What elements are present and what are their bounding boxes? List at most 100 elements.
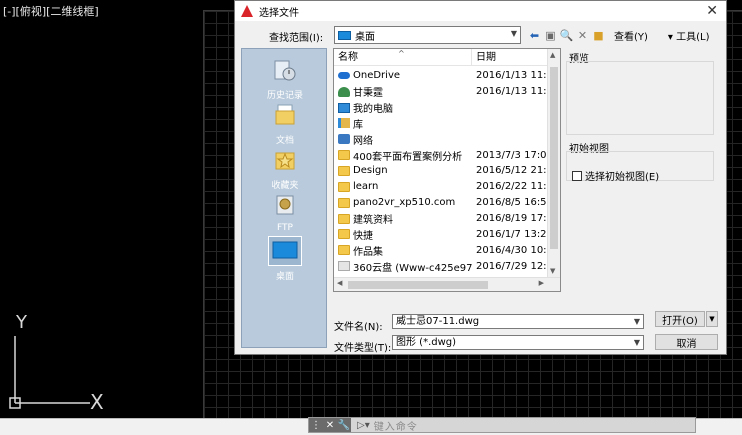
ucs-x-label: X [90,390,104,414]
file-row[interactable]: Design 2016/5/12 21:48 [334,163,548,179]
column-date-label: 日期 [476,52,496,63]
file-name: 快捷 [353,230,373,242]
preview-pane [566,61,714,135]
file-list[interactable]: ^ 名称 日期 OneDrive 2016/1/13 11:39 甘秉霆 2016/1… [333,48,561,292]
filename-label: 文件名(N): [334,322,383,333]
place-favorites[interactable]: 收藏夹 [242,145,328,191]
open-button-label: 打开(O) [662,315,698,327]
close-command-icon[interactable]: ✕ [323,418,337,432]
file-date: 2016/8/19 17:15 [476,213,548,225]
scroll-down-icon[interactable]: ▼ [550,267,555,275]
close-icon[interactable]: ✕ [706,3,718,19]
file-name: 甘秉霆 [353,88,383,100]
folder-icon [338,197,350,208]
file-date: 2016/1/7 13:25 [476,228,548,240]
file-date: 2016/5/12 21:48 [476,165,548,177]
column-name-label: 名称 [338,52,358,63]
column-name[interactable]: ^ 名称 [334,49,472,65]
grip-icon[interactable]: ⋮ [309,418,323,432]
file-row[interactable]: 甘秉霆 2016/1/13 11:01 [334,84,548,100]
cancel-button[interactable]: 取消 [655,334,718,350]
up-folder-icon[interactable]: ▣ [544,29,557,42]
filetype-label: 文件类型(T): [334,343,392,354]
file-name: 库 [353,119,363,131]
back-icon[interactable]: ⬅ [528,29,541,42]
file-name-cell: 400套平面布置案例分析 [334,148,472,163]
file-row[interactable]: pano2vr_xp510.com 2016/8/5 16:50 [334,195,548,211]
file-row[interactable]: 400套平面布置案例分析 2013/7/3 17:00 [334,147,548,163]
vertical-scroll-thumb[interactable] [550,67,558,249]
delete-icon[interactable]: ✕ [576,29,589,42]
place-documents[interactable]: 文档 [242,100,328,146]
app-icon [338,261,350,272]
prompt-icon[interactable]: ▷▾ [357,420,370,431]
dialog-title: 选择文件 [259,7,299,19]
horizontal-scroll-thumb[interactable] [348,281,488,289]
scroll-left-icon[interactable]: ◀ [337,279,342,287]
file-date: 2016/4/30 10:18 [476,244,548,256]
file-row[interactable]: 网络 [334,131,548,147]
select-initial-view-checkbox[interactable]: 选择初始视图(E) [572,168,659,183]
command-input[interactable]: 键入命令 [374,418,418,433]
desktop-folder-icon [338,30,351,40]
file-name-cell: OneDrive [334,70,472,81]
tools-menu[interactable]: ▾ 工具(L) [668,28,710,43]
place-desktop-label: 桌面 [275,272,294,282]
lookin-dropdown[interactable]: 桌面 ▼ [334,26,521,44]
file-date: 2016/8/5 16:50 [476,197,548,209]
file-row[interactable]: 我的电脑 [334,100,548,116]
select-file-dialog: 选择文件 ✕ 查找范围(I): 桌面 ▼ ⬅ ▣ 🔍 ✕ ■ 查看(Y) ▾ 工… [234,0,727,355]
file-name: 建筑资料 [353,215,393,227]
documents-icon [268,100,302,130]
filetype-value: 图形 (*.dwg) [396,337,457,348]
history-icon [268,55,302,85]
customize-wrench-icon[interactable]: 🔧 [337,418,351,432]
file-name: 360云盘 (Www-c425e97... [353,262,472,274]
scroll-up-icon[interactable]: ▲ [550,51,555,59]
file-name: 我的电脑 [353,104,393,116]
checkbox-box[interactable] [572,170,582,181]
file-name: learn [353,181,379,193]
new-folder-icon[interactable]: ■ [592,29,605,42]
filename-input[interactable]: 威士忌07-11.dwg ▼ [392,314,644,329]
chevron-down-icon[interactable]: ▼ [634,315,640,328]
file-name: OneDrive [353,70,401,82]
sort-up-icon: ^ [398,49,405,58]
chevron-down-icon[interactable]: ▼ [634,336,640,349]
file-row[interactable]: 360云盘 (Www-c425e97... 2016/7/29 12:51 [334,258,548,274]
dialog-titlebar[interactable]: 选择文件 ✕ [235,1,726,21]
open-button[interactable]: 打开(O) [655,311,705,327]
column-date[interactable]: 日期 [472,49,496,65]
scroll-right-icon[interactable]: ▶ [539,279,544,287]
file-list-header: ^ 名称 日期 [334,49,560,66]
file-row[interactable]: 建筑资料 2016/8/19 17:15 [334,211,548,227]
vertical-scrollbar[interactable]: ▲ ▼ [547,49,560,277]
file-row[interactable]: 作品集 2016/4/30 10:18 [334,242,548,258]
view-menu[interactable]: 查看(Y) [614,28,648,43]
select-initial-view-label: 选择初始视图(E) [585,172,660,183]
lookin-value: 桌面 [355,31,375,43]
folder-icon [338,245,350,256]
horizontal-scrollbar[interactable]: ◀ ▶ [334,277,560,291]
file-row[interactable]: 快捷 2016/1/7 13:25 [334,226,548,242]
file-name: 网络 [353,135,373,147]
search-web-icon[interactable]: 🔍 [560,29,574,42]
file-row[interactable]: 库 [334,116,548,132]
user-icon [338,86,350,97]
place-ftp[interactable]: FTP [242,190,328,233]
lookin-label: 查找范围(I): [269,33,324,44]
viewport-label[interactable]: [-][俯视][二维线框] [3,3,99,19]
desktop-icon [268,236,302,266]
filetype-select[interactable]: 图形 (*.dwg) ▼ [392,335,644,350]
pc-icon [338,102,350,113]
file-name-cell: 库 [334,116,472,131]
open-options-dropdown[interactable]: ▼ [706,311,718,327]
file-name-cell: 甘秉霆 [334,84,472,99]
place-desktop[interactable]: 桌面 [242,236,328,282]
file-row[interactable]: OneDrive 2016/1/13 11:39 [334,68,548,84]
command-line[interactable]: ⋮ ✕ 🔧 ▷▾ 键入命令 [308,417,696,433]
folder-icon [338,229,350,240]
ftp-icon [268,190,302,220]
file-row[interactable]: learn 2016/2/22 11:10 [334,179,548,195]
place-history[interactable]: 历史记录 [242,55,328,101]
